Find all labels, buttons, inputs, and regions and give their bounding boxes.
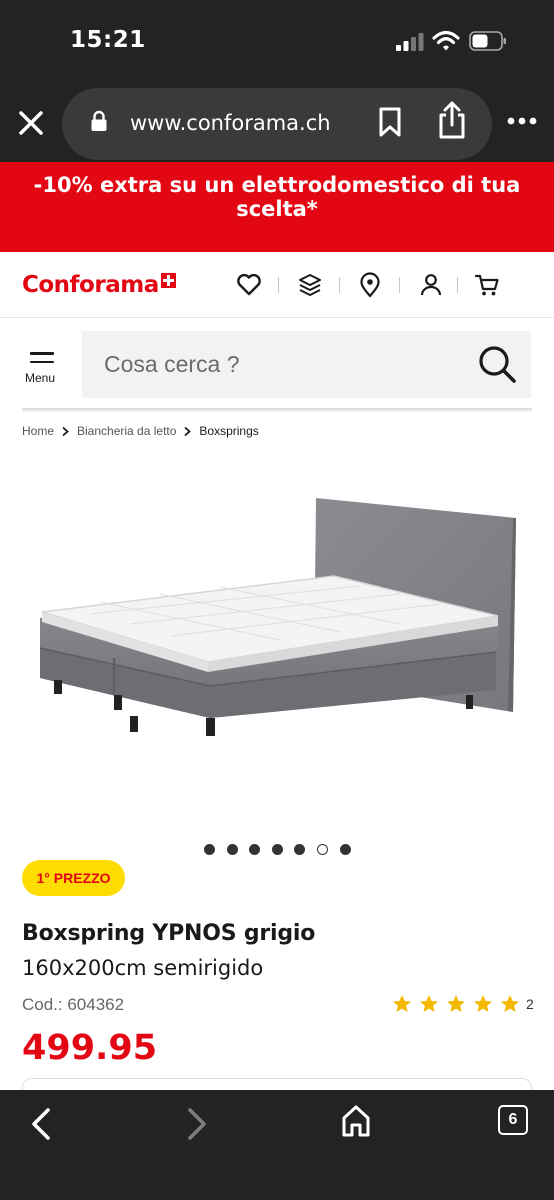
layers-icon[interactable]	[297, 272, 323, 298]
signal-icon	[396, 33, 424, 51]
url-text[interactable]: www.conforama.ch	[130, 111, 331, 135]
star-icon	[393, 995, 411, 1012]
search-divider	[22, 408, 532, 412]
hamburger-icon	[30, 352, 54, 369]
cart-icon[interactable]	[474, 272, 500, 298]
back-arrow-icon[interactable]	[28, 1106, 54, 1142]
share-icon[interactable]	[436, 100, 468, 140]
tabs-button[interactable]: 6	[498, 1105, 528, 1135]
product-code: Cod.: 604362	[22, 995, 125, 1014]
product-image[interactable]	[30, 490, 524, 800]
browser-toolbar: www.conforama.ch	[0, 82, 554, 162]
carousel-dot[interactable]	[204, 844, 215, 855]
breadcrumb: Home Biancheria da letto Boxsprings	[22, 424, 259, 438]
browser-bottom-bar: 6	[0, 1090, 554, 1200]
star-icon	[474, 995, 492, 1012]
home-icon[interactable]	[340, 1104, 372, 1138]
location-pin-icon[interactable]	[357, 272, 383, 298]
breadcrumb-home[interactable]: Home	[22, 424, 54, 438]
header-divider	[278, 277, 279, 293]
status-bar: 15:21	[0, 0, 554, 82]
search-icon[interactable]	[476, 343, 518, 385]
carousel-indicator[interactable]	[204, 844, 362, 855]
chevron-right-icon	[184, 426, 192, 436]
search-input[interactable]	[82, 331, 531, 398]
header-divider	[399, 277, 400, 293]
close-icon[interactable]	[16, 108, 46, 138]
star-icon	[447, 995, 465, 1012]
review-count[interactable]: 2	[526, 996, 534, 1012]
status-time: 15:21	[70, 27, 146, 53]
carousel-dot[interactable]	[249, 844, 261, 855]
conforama-logo[interactable]: Conforama	[22, 272, 176, 298]
site-header: Conforama	[0, 252, 554, 318]
breadcrumb-current[interactable]: Boxsprings	[199, 424, 258, 438]
heart-icon[interactable]	[236, 272, 262, 298]
star-icon	[420, 995, 438, 1012]
menu-button[interactable]: Menu	[22, 350, 62, 390]
swiss-cross-icon	[160, 272, 176, 288]
carousel-dot[interactable]	[226, 844, 238, 855]
more-options-icon[interactable]	[506, 116, 538, 126]
carousel-dot[interactable]	[316, 844, 328, 855]
lock-icon	[91, 110, 107, 131]
user-icon[interactable]	[418, 272, 444, 298]
product-title: Boxspring YPNOS grigio	[22, 921, 316, 946]
promo-banner[interactable]: -10% extra su un elettrodomestico di tua…	[0, 162, 554, 252]
promo-text: -10% extra su un elettrodomestico di tua…	[33, 173, 521, 221]
header-divider	[339, 277, 340, 293]
menu-label: Menu	[25, 371, 56, 385]
carousel-dot[interactable]	[339, 844, 351, 855]
carousel-dot[interactable]	[271, 844, 283, 855]
bookmark-icon[interactable]	[376, 106, 404, 138]
breadcrumb-category[interactable]: Biancheria da letto	[77, 424, 176, 438]
carousel-dot[interactable]	[294, 844, 306, 855]
logo-text: Conforama	[22, 272, 159, 298]
product-subtitle: 160x200cm semirigido	[22, 956, 264, 980]
battery-icon	[469, 31, 506, 51]
wifi-icon	[432, 30, 460, 51]
rating-stars[interactable]: 2	[392, 994, 534, 1014]
forward-arrow-icon[interactable]	[184, 1106, 210, 1142]
star-icon	[501, 995, 519, 1012]
header-divider	[457, 277, 458, 293]
product-price: 499.95	[22, 1028, 158, 1068]
first-price-badge: 1° PREZZO	[22, 860, 125, 896]
chevron-right-icon	[62, 426, 69, 436]
